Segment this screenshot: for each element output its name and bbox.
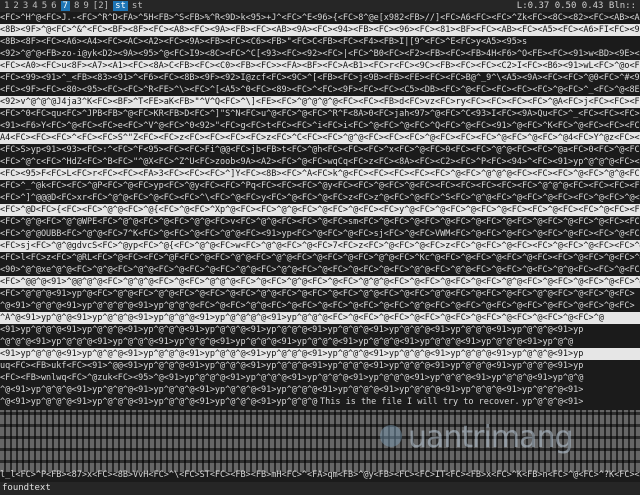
window-tab-2[interactable]: 2	[13, 1, 18, 11]
hexdump-line: <90>^@^@xe^@^@<FC>^@^@<FC>^@^@<FC>^@<FC>…	[0, 265, 640, 275]
hexdump-line: <8B><9F>^@<FC>^&^<FC><BF><8F><FC><A8><FC…	[0, 24, 640, 36]
terminal-output[interactable]: <FC>^H^@<FC>J.-<FC>^R^D<FA>^5H<FB>^S<FB>…	[0, 12, 640, 482]
window-tab-7[interactable]: 7	[60, 1, 70, 11]
hexdump-line: <8B><8F><FC><A6><A4><FC><AC><A2><FC><9A>…	[0, 37, 528, 47]
window-tab-1[interactable]: 1	[4, 1, 9, 11]
hexdump-line: ^@^@^@<91>yp^@^@^@<91>yp^@^@^@<91>yp^@^@…	[0, 337, 574, 347]
hexdump-line: <FC><95>F<FC>L<FC>r<FC><FC><FA>3<FC><FC>…	[0, 168, 640, 180]
hexdump-line: <FC><99><91>^_<FB><83><91>^<F6><FC><8B><…	[0, 73, 640, 83]
window-tab-8[interactable]: 8	[74, 1, 79, 11]
last-visible-line: l_l<FC>^P<FB><87>x<FC><8B>VvH<FC>^\<FC>S…	[0, 470, 640, 480]
current-mode: st	[113, 1, 128, 11]
hexdump-line: <FC>^]^@@@D<FC>xr<FC>^@^@<FC>^@<FC><FC>^…	[0, 193, 640, 203]
hexdump-line: <FC>^@D<FC>{<FC><FC>^@^@<FC>^@{<FC>^@<FC…	[0, 204, 640, 216]
window-tabs: 1 2 3 4 5 6 7 8 9 [2] st st	[4, 0, 147, 12]
window-tab-5[interactable]: 5	[42, 1, 47, 11]
watermark-brand: uantrimang	[408, 420, 574, 455]
hexdump-line: <FC>^0<FC>qu<FC>^JPB<FB>^@<FC>KR<FB>D<FC…	[0, 109, 640, 119]
hexdump-line: <FC>^H^@<FC>J.-<FC>^R^D<FA>^5H<FB>^S<FB>…	[0, 13, 640, 23]
hexdump-line: <FC>S>yp<91><93><FC>:^<FC>^F<95><FC><FC>…	[0, 145, 640, 155]
hexdump-line: <FC><A0><FC>u<8F><A7><A1><FC><8A>C<FB><F…	[0, 60, 640, 72]
hexdump-line: <91><F6>Y<FC>^@<FC><FC>e<FC>^V^@<FC>^0<9…	[0, 121, 640, 131]
hexdump-line: ^@<91>^@^@^@<91>yp^@^@^@^@<91>yp^@^@^@<F…	[0, 301, 635, 311]
hexdump-line: <92>^@^@<FB>zo-i@yk<D2><9A><95>^@<FC>I9>…	[0, 49, 640, 59]
hexdump-line: <91>yp^@^@^@<91>yp^@^@^@<91>yp^@^@^@<91>…	[0, 348, 640, 360]
command-text: foundtext	[2, 483, 51, 493]
window-tab-4[interactable]: 4	[32, 1, 37, 11]
hexdump-line: <FC>^_^@k<FC><FC>^@P<FC>^@<FC>yp<FC>^@y<…	[0, 181, 640, 191]
command-line[interactable]: foundtext	[0, 482, 640, 495]
tmux-status-bar: 1 2 3 4 5 6 7 8 9 [2] st st L:0.37 0.50 0.43 Bln::	[0, 0, 640, 12]
hexdump-line: <FC>^@^@<FC>^@^@WPE<FC>^@^@<FC>^@<FC>^@^…	[0, 217, 640, 227]
window-tab-10[interactable]: [2]	[93, 1, 109, 11]
watermark-logo-icon	[380, 425, 402, 447]
hexdump-line: ^A^@<91>yp^@^@<91>yp^@^@^@<91>yp^@^@^@<9…	[0, 312, 640, 324]
hexdump-line: uq<FC><FB>ukf<FC><91>^@@<91>yp^@^@^@<91>…	[0, 361, 584, 371]
hexdump-line: ^@<91>yp^@^@^@<91>yp^@^@^@<91>yp^@^@^@<9…	[0, 385, 584, 395]
recover-message: This is the file I will try to recover.	[318, 396, 522, 408]
hexdump-line: <92>v^@^@^@J4ja3^K<FC><BF>^T<FE>aK<FB>"^…	[0, 96, 640, 108]
hexdump-line: <FC><9F><FC><80><95><FC><FC>^R<FE>^\><FC…	[0, 85, 640, 95]
hexdump-line: <FC>^@@^@<91>^@@^@^@<FC>^@^@^@<FC>^@<FC>…	[0, 276, 640, 288]
hexdump-line: <FC>l<FC>z<FC>^@RL<FC>^@<FC><FC>^@F<FC>^…	[0, 253, 640, 263]
hexdump-line: <FC>^@^c<FC>^HdZ<FC>^B<FC>"^@X<FC>^Z^U<F…	[0, 157, 640, 167]
window-tab-6[interactable]: 6	[51, 1, 56, 11]
load-average: L:0.37 0.50 0.43 Bln::	[516, 1, 636, 11]
window-tab-3[interactable]: 3	[23, 1, 28, 11]
window-title: st	[131, 1, 143, 11]
hexdump-line: <FC>^@^@OUBB<FC>^@^@<FC>7^K<FC>^@<FC>^@<…	[0, 229, 640, 239]
hexdump-line: A4<FC><FC><FC>^<FC><FC>S^"Z<FC><FC>z<FC>…	[0, 132, 640, 144]
hexdump-line: <FC><FB>wnlwq<FC>^@zuk<FC><95>^@<91>yp^@…	[0, 373, 584, 383]
window-tab-9[interactable]: 9	[83, 1, 88, 11]
hexdump-line: <91>yp^@^@^@<91>yp^@^@^@<91>yp^@^@^@<91>…	[0, 325, 584, 335]
hexdump-line: <FC>sj<FC>^@^@gdvcS<FC>^@yp<FC>^@{<FC>^@…	[0, 240, 640, 252]
hexdump-line: <FC>^@^@^@<91>yp^@<FC>^@^@<FC>^@^@<FC>^@…	[0, 289, 635, 299]
